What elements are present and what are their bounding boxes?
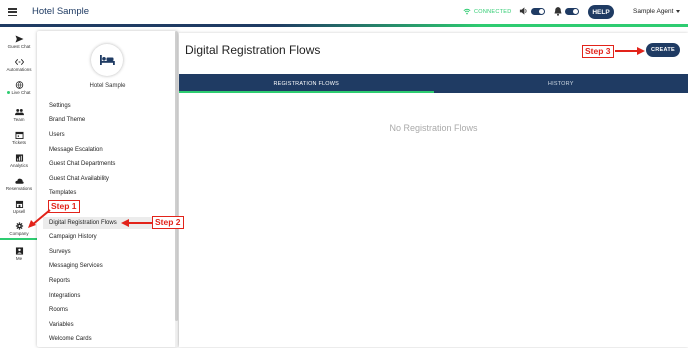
team-icon bbox=[14, 108, 24, 116]
rail-item-me[interactable]: Me bbox=[0, 247, 38, 261]
page-title: Digital Registration Flows bbox=[185, 43, 321, 57]
menu-item-messaging-services[interactable]: Messaging Services bbox=[49, 263, 103, 269]
step1-callout: Step 1 bbox=[48, 200, 80, 213]
wifi-icon bbox=[463, 8, 471, 15]
person-icon bbox=[15, 247, 23, 255]
rail-label: Reservations bbox=[5, 186, 33, 191]
calendar-icon bbox=[15, 131, 23, 139]
code-icon bbox=[14, 59, 24, 65]
rail-item-automations[interactable]: Automations bbox=[0, 58, 38, 72]
tab-history[interactable]: HISTORY bbox=[434, 74, 688, 93]
menu-item-digital-registration-flows[interactable]: Digital Registration Flows bbox=[49, 220, 117, 226]
menu-item-rooms[interactable]: Rooms bbox=[49, 307, 68, 313]
agent-name: Sample Agent bbox=[633, 8, 674, 15]
menu-item-users[interactable]: Users bbox=[49, 132, 65, 138]
menu-item-campaign-history[interactable]: Campaign History bbox=[49, 234, 97, 240]
panel-scrollbar[interactable] bbox=[175, 31, 178, 347]
rail-label: Me bbox=[15, 256, 23, 261]
top-bar: Hotel Sample CONNECTED HELP Sample Agent bbox=[0, 0, 688, 24]
sound-toggle[interactable] bbox=[531, 8, 545, 15]
menu-item-welcome-cards[interactable]: Welcome Cards bbox=[49, 336, 92, 342]
rail-item-upsell[interactable]: Upsell bbox=[0, 200, 38, 214]
step2-callout: Step 2 bbox=[152, 216, 184, 229]
speaker-icon[interactable] bbox=[519, 6, 528, 16]
bed-icon bbox=[100, 55, 115, 65]
rail-item-analytics[interactable]: Analytics bbox=[0, 154, 38, 168]
connection-status-label: CONNECTED bbox=[474, 8, 512, 15]
menu-item-surveys[interactable]: Surveys bbox=[49, 249, 71, 255]
send-icon bbox=[15, 35, 23, 43]
menu-item-brand-theme[interactable]: Brand Theme bbox=[49, 117, 85, 123]
menu-item-message-escalation[interactable]: Message Escalation bbox=[49, 147, 103, 153]
notification-toggle[interactable] bbox=[565, 8, 579, 15]
rail-label: Tickets bbox=[11, 140, 27, 145]
menu-item-guest-chat-availability[interactable]: Guest Chat Availability bbox=[49, 176, 109, 182]
create-button[interactable]: CREATE bbox=[646, 43, 680, 57]
menu-item-reports[interactable]: Reports bbox=[49, 278, 70, 284]
rail-item-tickets[interactable]: Tickets bbox=[0, 131, 38, 145]
menu-item-templates[interactable]: Templates bbox=[49, 190, 76, 196]
rail-label: Guest Chat bbox=[7, 44, 31, 49]
menu-item-variables[interactable]: Variables bbox=[49, 322, 74, 328]
rail-item-reservations[interactable]: Reservations bbox=[0, 177, 38, 191]
header-accent-line bbox=[0, 24, 688, 27]
rail-item-company[interactable]: Company bbox=[0, 222, 38, 236]
rail-label: Automations bbox=[6, 67, 32, 72]
agent-menu[interactable]: Sample Agent bbox=[633, 8, 681, 15]
rail-active-indicator bbox=[0, 238, 38, 240]
tab-registration-flows[interactable]: REGISTRATION FLOWS bbox=[179, 74, 434, 93]
bell-icon[interactable] bbox=[554, 6, 562, 16]
menu-item-guest-chat-departments[interactable]: Guest Chat Departments bbox=[49, 161, 115, 167]
cloud-icon bbox=[14, 178, 24, 184]
panel-hotel-name: Hotel Sample bbox=[89, 83, 126, 89]
help-button[interactable]: HELP bbox=[588, 5, 614, 19]
rail-label: Analytics bbox=[9, 163, 28, 168]
empty-state-message: No Registration Flows bbox=[389, 123, 478, 133]
left-rail: Guest Chat Automations Live Chat Team Ti… bbox=[0, 27, 38, 348]
gear-icon bbox=[15, 222, 23, 230]
main-card: Digital Registration Flows CREATE REGIST… bbox=[179, 33, 688, 347]
menu-item-settings[interactable]: Settings bbox=[49, 103, 71, 109]
rail-label-text: Live Chat bbox=[11, 90, 31, 95]
menu-item-integrations[interactable]: Integrations bbox=[49, 293, 80, 299]
rail-label: Live Chat bbox=[7, 90, 31, 95]
step3-callout: Step 3 bbox=[582, 45, 614, 58]
rail-label: Company bbox=[9, 231, 29, 236]
rail-label: Upsell bbox=[12, 209, 26, 214]
store-icon bbox=[15, 200, 23, 208]
rail-item-live-chat[interactable]: Live Chat bbox=[0, 81, 38, 95]
rail-item-team[interactable]: Team bbox=[0, 108, 38, 122]
tab-bar: REGISTRATION FLOWS HISTORY bbox=[179, 74, 688, 93]
connection-status: CONNECTED bbox=[463, 8, 512, 15]
globe-icon bbox=[15, 81, 23, 89]
hamburger-menu-icon[interactable] bbox=[8, 8, 17, 16]
rail-item-guest-chat[interactable]: Guest Chat bbox=[0, 35, 38, 49]
chart-icon bbox=[15, 154, 23, 162]
chevron-down-icon bbox=[676, 10, 681, 13]
hotel-name: Hotel Sample bbox=[32, 6, 90, 17]
rail-label: Team bbox=[13, 117, 25, 122]
settings-panel: Hotel Sample Settings Brand Theme Users … bbox=[37, 31, 178, 347]
hotel-logo bbox=[91, 44, 123, 76]
